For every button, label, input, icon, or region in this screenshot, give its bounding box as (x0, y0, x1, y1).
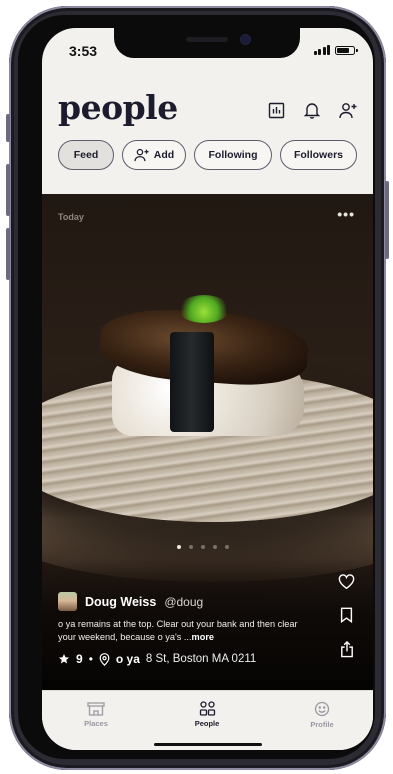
speaker-grille (186, 37, 228, 42)
meta-separator: • (88, 652, 93, 666)
status-icons (313, 45, 358, 55)
nori-band (170, 332, 214, 432)
tab-bar: Places People Profile (42, 690, 373, 750)
carousel-dot[interactable] (189, 545, 193, 549)
post-meta: 9 • o ya 8 St, Boston MA 0211 (58, 652, 256, 666)
feed-post[interactable]: Today ••• Doug Weiss @doug o ya remains … (42, 194, 373, 690)
people-icon (199, 701, 215, 716)
chip-feed[interactable]: Feed (58, 140, 114, 170)
front-camera (241, 35, 250, 44)
post-author[interactable]: Doug Weiss @doug (58, 592, 203, 611)
tab-places-label: Places (84, 719, 108, 728)
chart-icon[interactable] (265, 99, 287, 121)
smiley-icon (314, 701, 330, 717)
place-address: 8 St, Boston MA 0211 (145, 653, 257, 665)
mute-switch (6, 114, 10, 142)
notch (114, 28, 300, 58)
tab-people[interactable]: People (167, 701, 247, 728)
volume-up-button (6, 164, 10, 216)
user-name[interactable]: Doug Weiss (85, 595, 156, 609)
user-handle[interactable]: @doug (164, 595, 203, 609)
garnish (178, 295, 230, 323)
chip-add-label: Add (153, 149, 175, 161)
volume-down-button (6, 228, 10, 280)
tab-places[interactable]: Places (56, 701, 136, 728)
location-pin-icon (99, 652, 110, 666)
more-link[interactable]: more (192, 632, 214, 642)
chip-followers-label: Followers (293, 149, 343, 161)
post-date: Today (58, 212, 84, 222)
page-title: people (58, 88, 178, 127)
header-actions (265, 99, 359, 121)
places-icon (87, 702, 105, 716)
home-indicator[interactable] (154, 743, 262, 746)
post-actions (338, 574, 355, 658)
carousel-dot[interactable] (177, 545, 181, 549)
chip-following-label: Following (208, 149, 258, 161)
screen: 3:53 people Feed Add Following Followers… (42, 28, 373, 750)
post-caption: o ya remains at the top. Clear out your … (58, 618, 308, 644)
status-time: 3:53 (69, 43, 98, 59)
heart-icon[interactable] (338, 574, 355, 589)
carousel-dot[interactable] (201, 545, 205, 549)
carousel-dot[interactable] (213, 545, 217, 549)
power-button (385, 181, 389, 259)
more-options-icon[interactable]: ••• (337, 206, 355, 222)
signal-icon (313, 45, 330, 55)
place-name[interactable]: o ya (116, 652, 140, 666)
carousel-dot[interactable] (225, 545, 229, 549)
caption-text: o ya remains at the top. Clear out your … (58, 619, 298, 642)
tab-profile-label: Profile (310, 720, 334, 729)
filter-chips: Feed Add Following Followers (58, 140, 357, 170)
carousel-indicator (177, 545, 229, 549)
add-person-icon[interactable] (337, 99, 359, 121)
bookmark-icon[interactable] (340, 607, 353, 623)
rating-value: 9 (76, 652, 83, 666)
chip-followers[interactable]: Followers (280, 140, 357, 170)
tab-people-label: People (194, 719, 220, 728)
star-icon (59, 654, 69, 664)
chip-feed-label: Feed (73, 149, 99, 161)
chip-following[interactable]: Following (194, 140, 272, 170)
avatar[interactable] (58, 592, 77, 611)
battery-icon (335, 45, 358, 55)
add-person-icon (134, 148, 149, 162)
tab-profile[interactable]: Profile (282, 701, 362, 729)
share-icon[interactable] (340, 641, 354, 658)
chip-add[interactable]: Add (122, 140, 186, 170)
bell-icon[interactable] (301, 99, 323, 121)
